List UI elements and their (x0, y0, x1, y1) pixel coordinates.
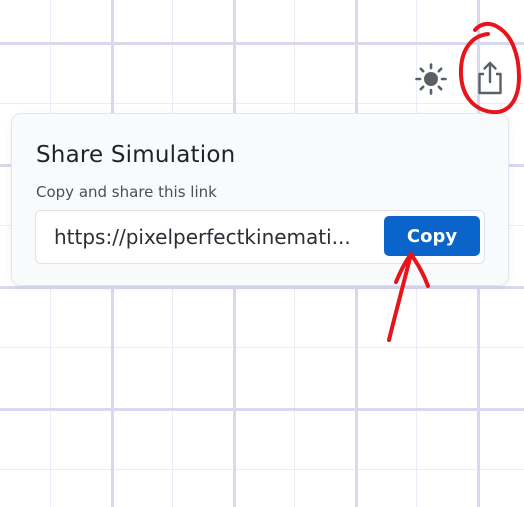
share-link-input[interactable] (54, 211, 368, 263)
copy-button[interactable]: Copy (384, 216, 480, 256)
popover-subtitle: Copy and share this link (36, 183, 217, 201)
share-link-field: Copy (35, 210, 485, 264)
share-button[interactable] (470, 56, 510, 100)
share-popover: Share Simulation Copy and share this lin… (11, 113, 509, 286)
popover-title: Share Simulation (36, 142, 236, 168)
share-icon (478, 61, 502, 95)
theme-toggle-button[interactable] (412, 60, 450, 98)
sun-icon (415, 63, 447, 95)
